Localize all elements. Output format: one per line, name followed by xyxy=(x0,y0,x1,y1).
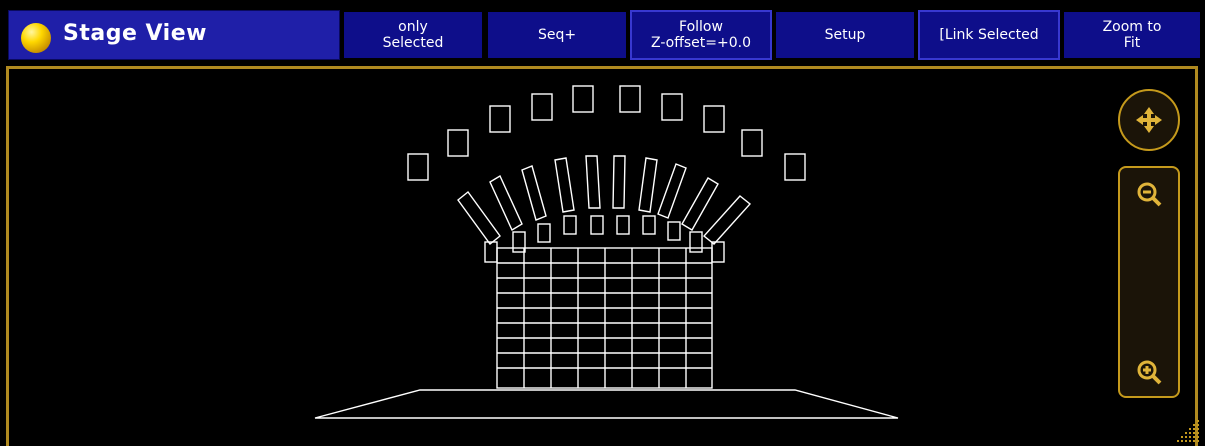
zoom-in-button[interactable] xyxy=(1124,350,1174,394)
follow-z-offset-button[interactable]: Follow Z-offset=+0.0 xyxy=(630,10,772,60)
move-arrows-icon xyxy=(1136,107,1162,133)
stage-wireframe xyxy=(314,85,899,419)
zoom-out-button[interactable] xyxy=(1124,172,1174,216)
outer-fixtures xyxy=(407,85,806,181)
only-selected-button[interactable]: only Selected xyxy=(342,10,484,60)
window-title-tab[interactable]: Stage View xyxy=(8,10,340,60)
link-selected-button[interactable]: [Link Selected xyxy=(918,10,1060,60)
beam-bars xyxy=(457,155,752,246)
move-button[interactable] xyxy=(1118,89,1180,151)
truss-grid xyxy=(497,248,712,388)
zoom-in-icon xyxy=(1137,360,1162,385)
setup-button[interactable]: Setup xyxy=(774,10,916,60)
resize-grip-icon[interactable] xyxy=(1171,414,1201,444)
window-title: Stage View xyxy=(63,21,207,46)
seq-plus-button[interactable]: Seq+ xyxy=(486,10,628,60)
stage-view-icon xyxy=(21,23,51,53)
zoom-out-icon xyxy=(1137,182,1162,207)
stage-floor xyxy=(314,389,899,419)
window-titlebar: Stage View only Selected Seq+ Follow Z-o… xyxy=(0,0,1205,66)
zoom-to-fit-button[interactable]: Zoom to Fit xyxy=(1062,10,1202,60)
